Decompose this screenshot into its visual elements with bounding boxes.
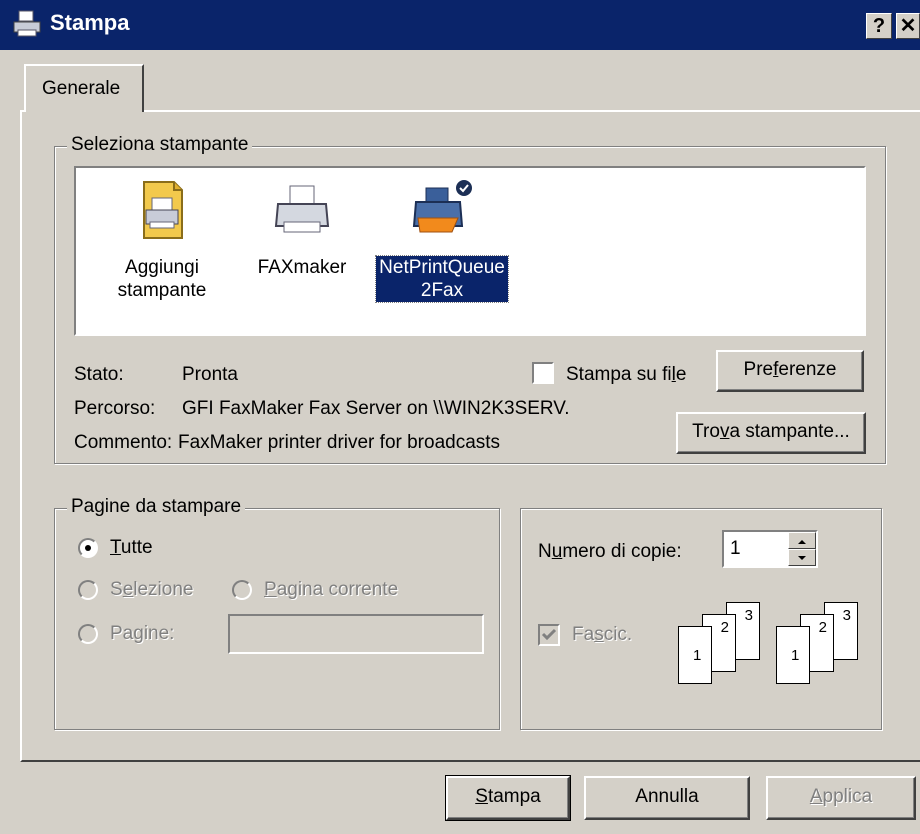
- page-range-group-label: Pagine da stampare: [67, 496, 246, 518]
- copies-input[interactable]: 1: [722, 530, 818, 568]
- checkmark-icon: [541, 628, 557, 641]
- radio-current-page-label: Pagina corrente: [264, 579, 399, 600]
- printer-npq-line1: NetPrintQueue: [379, 257, 505, 278]
- radio-current-page[interactable]: [232, 580, 252, 600]
- radio-selection-label: Selezione: [110, 579, 194, 600]
- printer-item-netprintqueue[interactable]: NetPrintQueue 2Fax: [372, 178, 512, 303]
- spin-up-button[interactable]: [788, 532, 816, 549]
- comment-value: FaxMaker printer driver for broadcasts: [178, 432, 501, 453]
- spin-down-button[interactable]: [788, 549, 816, 566]
- add-printer-icon: [143, 181, 183, 239]
- radio-pages[interactable]: [78, 624, 98, 644]
- radio-all-pages[interactable]: [78, 538, 98, 558]
- title-bar[interactable]: Stampa ? ✕: [0, 0, 920, 50]
- select-printer-group-label: Seleziona stampante: [67, 134, 253, 156]
- printer-item-faxmaker[interactable]: FAXmaker: [232, 178, 372, 279]
- help-button[interactable]: ?: [866, 13, 892, 39]
- printer-add-line2: stampante: [117, 280, 207, 301]
- radio-all-pages-label[interactable]: Tutte: [110, 537, 153, 559]
- apply-button[interactable]: Applica: [766, 776, 916, 820]
- printer-item-netprintqueue-label: NetPrintQueue 2Fax: [375, 255, 509, 303]
- comment-label: Commento:: [74, 432, 173, 453]
- printer-list[interactable]: Aggiungi stampante FAXmaker NetPrintQueu…: [74, 166, 866, 336]
- status-value: Pronta: [182, 364, 238, 385]
- page-1-icon: 1: [678, 626, 712, 684]
- print-dialog: Stampa ? ✕ Generale Seleziona stampante …: [0, 0, 920, 834]
- tab-generale-label: Generale: [42, 78, 121, 99]
- tab-generale[interactable]: Generale: [24, 64, 144, 112]
- printer-npq-line2: 2Fax: [420, 280, 464, 301]
- cancel-button[interactable]: Annulla: [584, 776, 750, 820]
- print-to-file-checkbox[interactable]: [532, 362, 554, 384]
- preferences-button[interactable]: Preferenze: [716, 350, 864, 392]
- printer-item-faxmaker-label: FAXmaker: [257, 257, 347, 278]
- path-value: GFI FaxMaker Fax Server on \\WIN2K3SERV.: [182, 398, 570, 419]
- status-label: Stato:: [74, 364, 124, 385]
- print-button[interactable]: Stampa: [445, 775, 571, 821]
- network-printer-icon: [412, 180, 472, 233]
- copies-value: 1: [730, 538, 741, 559]
- printer-icon: [274, 185, 330, 233]
- arrow-up-icon: [798, 540, 806, 544]
- find-printer-button[interactable]: Trova stampante...: [676, 412, 866, 454]
- radio-pages-label: Pagine:: [110, 623, 175, 644]
- page-1-icon: 1: [776, 626, 810, 684]
- print-to-file-label[interactable]: Stampa su file: [566, 364, 686, 386]
- collate-checkbox[interactable]: [538, 624, 560, 646]
- printer-add-line1: Aggiungi: [125, 257, 199, 278]
- collate-label: Fascic.: [572, 624, 633, 645]
- radio-dot: [85, 545, 91, 551]
- arrow-down-icon: [798, 556, 806, 560]
- copies-label: Numero di copie:: [538, 541, 682, 562]
- window-title: Stampa: [50, 10, 130, 35]
- pages-input[interactable]: [228, 614, 484, 654]
- path-label: Percorso:: [74, 398, 156, 419]
- close-button[interactable]: ✕: [896, 13, 920, 39]
- radio-selection[interactable]: [78, 580, 98, 600]
- printer-icon: [13, 10, 41, 37]
- printer-item-add-label: Aggiungi stampante: [115, 256, 210, 302]
- printer-item-add[interactable]: Aggiungi stampante: [92, 178, 232, 302]
